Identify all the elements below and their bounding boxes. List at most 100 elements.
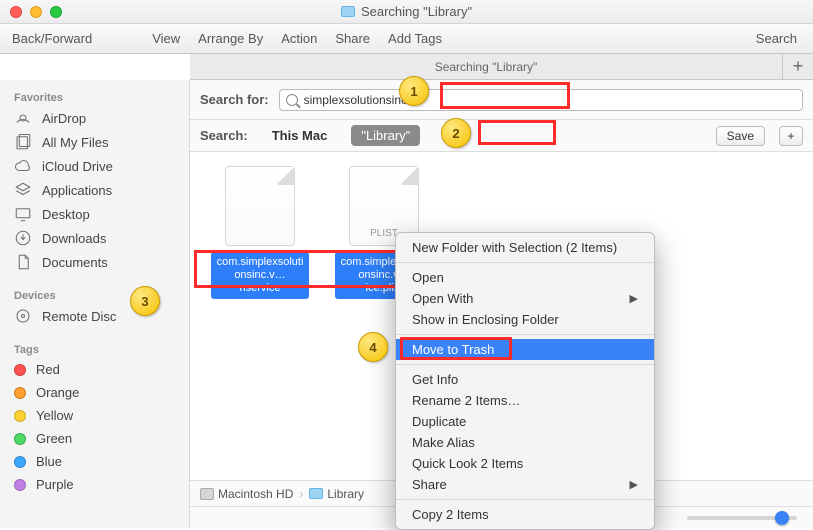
ctx-duplicate[interactable]: Duplicate [396,411,654,432]
ctx-get-info[interactable]: Get Info [396,369,654,390]
sidebar-item-label: Desktop [42,207,90,222]
add-search-criteria-button[interactable]: + [779,126,803,146]
annotation-callout-3: 3 [130,286,160,316]
sidebar-item-label: iCloud Drive [42,159,113,174]
sidebar-item-label: Downloads [42,231,106,246]
sidebar-tag-orange[interactable]: Orange [0,381,189,404]
window-titlebar: Searching "Library" [0,0,813,24]
airdrop-icon [14,110,32,126]
search-input[interactable]: simplexsolutionsinc [279,89,803,111]
new-tab-button[interactable]: + [783,54,813,79]
toolbar-share[interactable]: Share [335,31,370,46]
ctx-new-folder-with-selection[interactable]: New Folder with Selection (2 Items) [396,237,654,258]
ctx-make-alias[interactable]: Make Alias [396,432,654,453]
path-segment-root[interactable]: Macintosh HD [200,487,293,501]
sidebar-item-label: Orange [36,385,79,400]
path-label: Macintosh HD [218,487,293,501]
search-scope-label: Search: [200,128,248,143]
window-title-text: Searching "Library" [361,4,472,19]
tab-bar: Searching "Library" + [190,54,813,80]
file-item[interactable]: com.simplexsoluti onsinc.v…nservice [212,166,308,299]
ctx-copy-items[interactable]: Copy 2 Items [396,504,654,525]
sidebar-section-tags: Tags [0,338,189,358]
sidebar-item-documents[interactable]: Documents [0,250,189,274]
ctx-open-with[interactable]: Open With▶ [396,288,654,309]
chevron-right-icon: ▶ [630,478,638,491]
disc-icon [14,308,32,324]
back-forward-button[interactable]: Back/Forward [12,31,92,46]
annotation-highlight-2 [478,120,556,145]
sidebar-item-label: Remote Disc [42,309,116,324]
toolbar-arrange-by[interactable]: Arrange By [198,31,263,46]
applications-icon [14,182,32,198]
search-icon [286,94,298,106]
ctx-show-in-enclosing-folder[interactable]: Show in Enclosing Folder [396,309,654,330]
ctx-share[interactable]: Share▶ [396,474,654,495]
tag-dot-icon [14,364,26,376]
cloud-icon [14,158,32,174]
sidebar-item-downloads[interactable]: Downloads [0,226,189,250]
toolbar: Back/Forward View Arrange By Action Shar… [0,24,813,54]
sidebar-item-label: Green [36,431,72,446]
icon-size-slider[interactable] [687,516,797,520]
sidebar-item-label: All My Files [42,135,108,150]
documents-icon [14,254,32,270]
toolbar-add-tags[interactable]: Add Tags [388,31,442,46]
sidebar-item-label: Documents [42,255,108,270]
folder-icon [341,6,355,17]
sidebar-item-applications[interactable]: Applications [0,178,189,202]
window-title: Searching "Library" [0,4,813,19]
sidebar-item-all-my-files[interactable]: All My Files [0,130,189,154]
sidebar-item-label: Applications [42,183,112,198]
sidebar-item-airdrop[interactable]: AirDrop [0,106,189,130]
ctx-quick-look[interactable]: Quick Look 2 Items [396,453,654,474]
scope-library-button[interactable]: "Library" [351,125,420,146]
ctx-separator [396,364,654,365]
save-search-button[interactable]: Save [716,126,765,146]
toolbar-search[interactable]: Search [756,31,797,46]
tag-dot-icon [14,479,26,491]
tab-active[interactable]: Searching "Library" [190,54,783,79]
chevron-right-icon: ▶ [630,292,638,305]
search-row: Search for: simplexsolutionsinc 1 [190,80,813,120]
downloads-icon [14,230,32,246]
annotation-callout-2: 2 [441,118,471,148]
tag-dot-icon [14,433,26,445]
sidebar: Favorites AirDrop All My Files iCloud Dr… [0,80,190,528]
ctx-separator [396,499,654,500]
scope-this-mac-button[interactable]: This Mac [262,125,338,146]
search-for-label: Search for: [200,92,269,107]
sidebar-item-label: Purple [36,477,74,492]
sidebar-item-desktop[interactable]: Desktop [0,202,189,226]
ctx-rename-items[interactable]: Rename 2 Items… [396,390,654,411]
files-icon [14,134,32,150]
path-segment-library[interactable]: Library [309,487,364,501]
toolbar-view[interactable]: View [152,31,180,46]
ctx-move-to-trash[interactable]: Move to Trash [396,339,654,360]
desktop-icon [14,206,32,222]
ctx-separator [396,262,654,263]
sidebar-item-remote-disc[interactable]: Remote Disc [0,304,189,328]
slider-knob[interactable] [775,511,789,525]
sidebar-tag-red[interactable]: Red [0,358,189,381]
tag-dot-icon [14,387,26,399]
sidebar-item-icloud-drive[interactable]: iCloud Drive [0,154,189,178]
sidebar-item-label: Red [36,362,60,377]
sidebar-item-label: Blue [36,454,62,469]
toolbar-action[interactable]: Action [281,31,317,46]
annotation-callout-1: 1 [399,76,429,106]
search-value: simplexsolutionsinc [304,93,407,107]
sidebar-tag-blue[interactable]: Blue [0,450,189,473]
file-name: com.simplexsoluti onsinc.v…nservice [211,252,310,299]
path-label: Library [327,487,364,501]
ctx-open[interactable]: Open [396,267,654,288]
context-menu: New Folder with Selection (2 Items) Open… [395,232,655,530]
sidebar-tag-yellow[interactable]: Yellow [0,404,189,427]
file-icon [225,166,295,246]
disk-icon [200,488,214,500]
sidebar-tag-purple[interactable]: Purple [0,473,189,496]
ctx-separator [396,334,654,335]
sidebar-tag-green[interactable]: Green [0,427,189,450]
search-scope-row: Search: This Mac "Library" Save + 2 [190,120,813,152]
tag-dot-icon [14,456,26,468]
